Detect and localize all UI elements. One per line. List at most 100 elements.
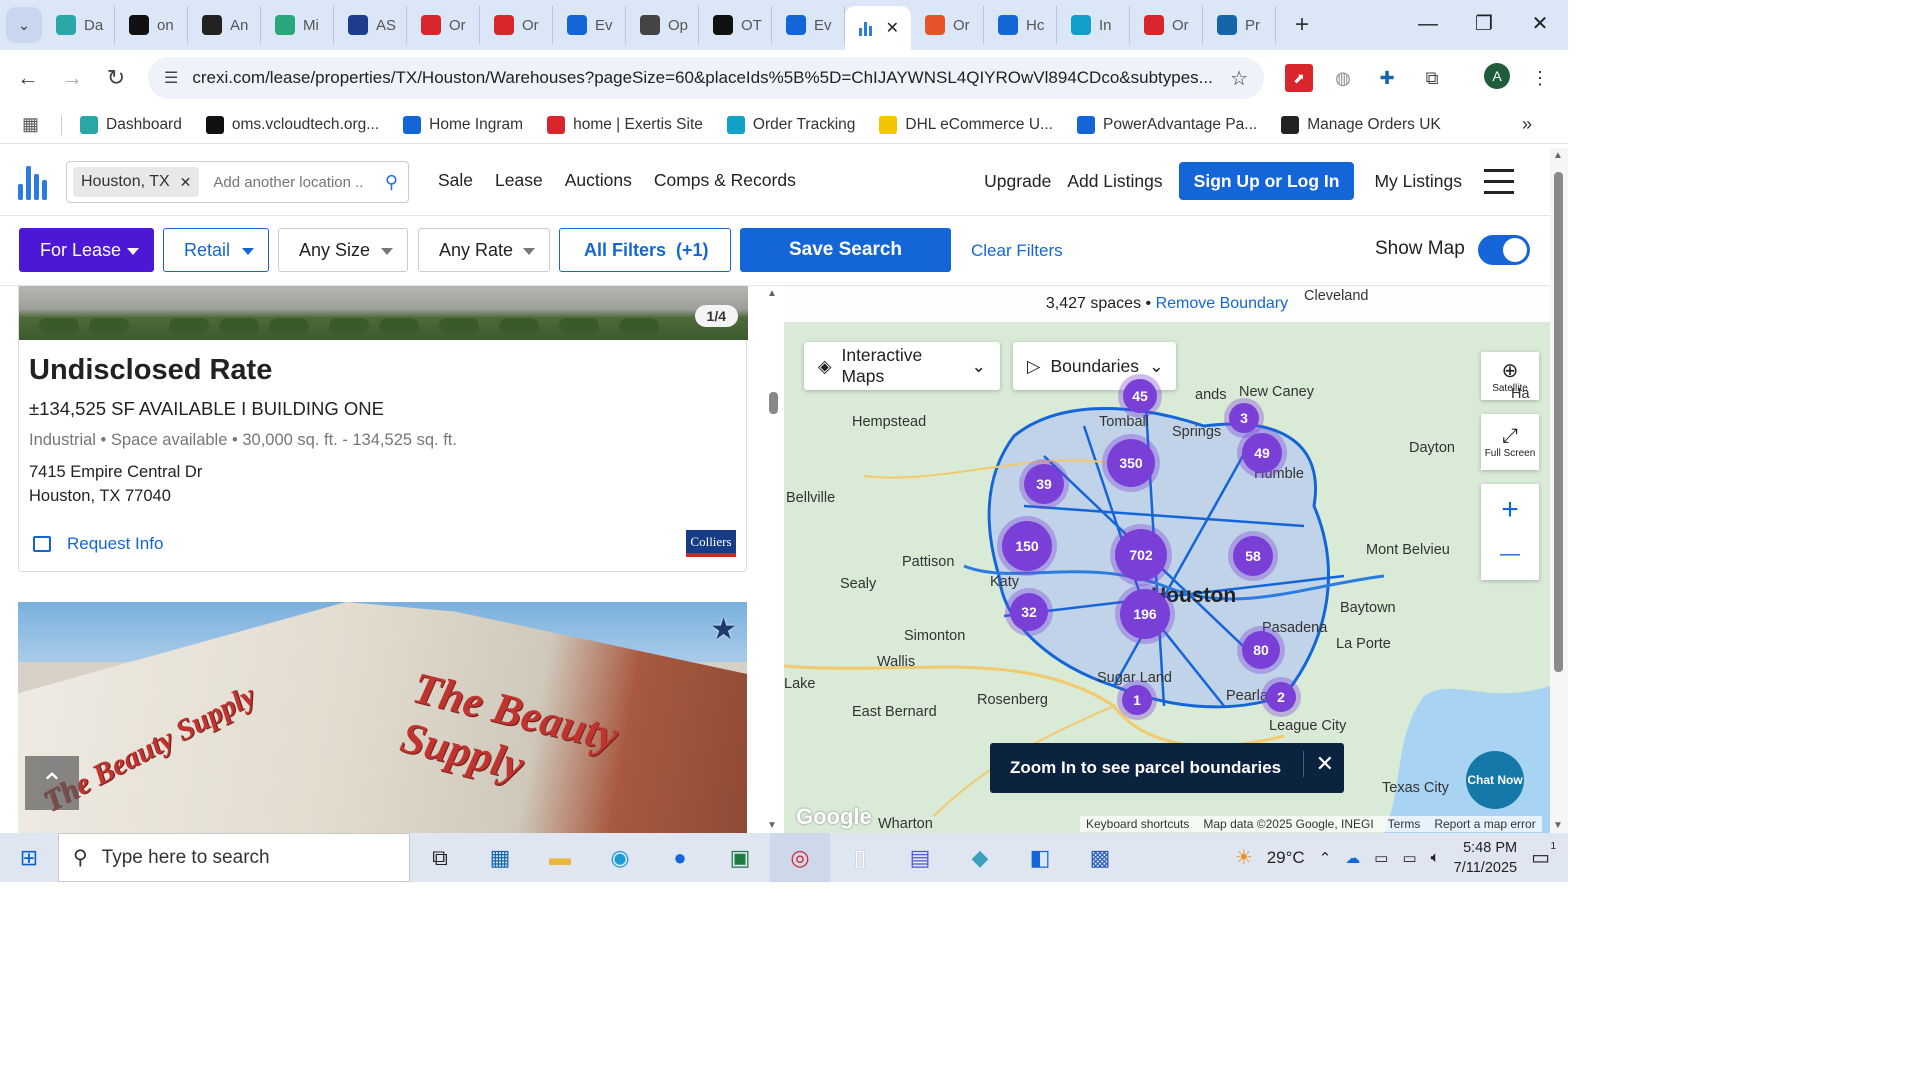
zoho-icon[interactable]: ● <box>650 833 710 882</box>
file-explorer-icon[interactable]: ▬ <box>530 833 590 882</box>
chrome-icon[interactable]: ◎ <box>770 833 830 882</box>
browser-tab[interactable]: Ev <box>553 6 626 44</box>
scroll-down-icon[interactable]: ▼ <box>1553 820 1563 831</box>
hamburger-menu-icon[interactable] <box>1484 168 1514 194</box>
listing-card[interactable]: The Beauty Supply The Beauty Supply ★ <box>18 602 747 833</box>
full-screen-button[interactable]: ⤢ Full Screen <box>1481 414 1539 470</box>
volume-icon[interactable]: 🔈︎ <box>1431 849 1440 866</box>
map-cluster-marker[interactable]: 39 <box>1024 464 1064 504</box>
size-dropdown[interactable]: Any Size <box>278 228 408 272</box>
tray-overflow-icon[interactable]: ⌃ <box>1319 849 1332 867</box>
calculator-icon[interactable]: ▦ <box>470 833 530 882</box>
scroll-up-icon[interactable]: ▲ <box>1553 150 1563 161</box>
browser-tab[interactable]: Or <box>480 6 553 44</box>
browser-tab[interactable]: Op <box>626 6 699 44</box>
browser-menu-icon[interactable]: ⋮ <box>1526 64 1554 92</box>
close-window-icon[interactable]: ✕ <box>1512 0 1568 50</box>
back-icon[interactable]: ← <box>6 65 50 91</box>
browser-tab[interactable]: In <box>1057 6 1130 44</box>
remove-boundary-link[interactable]: Remove Boundary <box>1156 295 1289 312</box>
extensions-puzzle-icon[interactable]: ⧉ <box>1418 64 1446 92</box>
save-search-button[interactable]: Save Search <box>740 228 951 272</box>
my-listings-link[interactable]: My Listings <box>1374 171 1462 192</box>
map-cluster-marker[interactable]: 80 <box>1242 631 1280 669</box>
page-scrollbar[interactable]: ▲ ▼ <box>1550 148 1568 833</box>
notepad-icon[interactable]: ▯ <box>830 833 890 882</box>
bookmark-item[interactable]: Dashboard <box>80 115 182 134</box>
windows-start-icon[interactable]: ⊞ <box>0 845 58 871</box>
listing-card[interactable]: 1/4 Undisclosed Rate ±134,525 SF AVAILAB… <box>18 286 748 572</box>
scroll-thumb[interactable] <box>1554 172 1563 672</box>
bookmark-item[interactable]: Manage Orders UK <box>1281 115 1441 134</box>
task-view-icon[interactable]: ⧉ <box>410 833 470 882</box>
crexi-logo[interactable] <box>18 164 50 200</box>
zoom-out-button[interactable]: — <box>1500 532 1520 576</box>
map-cluster-marker[interactable]: 2 <box>1266 682 1296 712</box>
listing-title[interactable]: Undisclosed Rate <box>29 354 272 387</box>
listing-scrollbar[interactable]: ▲ ▼ <box>766 286 782 833</box>
chat-now-button[interactable]: Chat Now <box>1466 751 1524 809</box>
favorite-star-icon[interactable]: ★ <box>710 612 737 647</box>
map-panel[interactable]: 3,427 spaces • Remove Boundary ◈ Interact… <box>784 286 1550 833</box>
bookmark-item[interactable]: PowerAdvantage Pa... <box>1076 115 1257 134</box>
browser-tab[interactable]: AS <box>334 6 407 44</box>
browser-tab[interactable]: Mi <box>261 6 334 44</box>
weather-temp[interactable]: 29°C <box>1267 848 1305 868</box>
search-icon[interactable]: ⚲ <box>385 172 398 193</box>
taskbar-search[interactable]: ⚲ Type here to search <box>58 833 410 882</box>
interactive-maps-dropdown[interactable]: ◈ Interactive Maps ⌄ <box>804 342 1000 390</box>
map-cluster-marker[interactable]: 58 <box>1233 536 1273 576</box>
url-bar[interactable]: ☰ crexi.com/lease/properties/TX/Houston/… <box>148 57 1264 99</box>
listing-photo[interactable]: 1/4 <box>19 286 748 340</box>
upgrade-link[interactable]: Upgrade <box>984 171 1051 192</box>
chip-remove-icon[interactable]: ✕ <box>180 174 192 191</box>
forward-icon[interactable]: → <box>50 65 94 91</box>
more-bookmarks-icon[interactable]: » <box>1522 114 1532 135</box>
retail-dropdown[interactable]: Retail <box>163 228 269 272</box>
nav-sale[interactable]: Sale <box>438 170 473 191</box>
location-input[interactable] <box>213 173 364 191</box>
minimize-icon[interactable]: — <box>1400 0 1456 50</box>
map-cluster-marker[interactable]: 1 <box>1122 685 1152 715</box>
scroll-up-icon[interactable]: ▲ <box>767 288 777 299</box>
back-to-top-button[interactable]: ⌃ <box>25 756 79 810</box>
new-tab-button[interactable]: + <box>1284 11 1320 39</box>
pdf-extension-icon[interactable]: ⬈ <box>1285 64 1313 92</box>
tab-close-icon[interactable]: ✕ <box>886 18 899 38</box>
clear-filters-link[interactable]: Clear Filters <box>971 241 1063 261</box>
clock[interactable]: 5:48 PM 7/11/2025 <box>1454 838 1517 878</box>
browser-tab[interactable]: Or <box>911 6 984 44</box>
all-filters-button[interactable]: All Filters (+1) <box>559 228 731 272</box>
location-search-box[interactable]: Houston, TX ✕ ⚲ <box>66 161 409 203</box>
map-cluster-marker[interactable]: 45 <box>1123 379 1157 413</box>
onedrive-icon[interactable]: ☁ <box>1345 849 1360 867</box>
profile-avatar[interactable]: A <box>1484 63 1510 89</box>
excel-icon[interactable]: ▣ <box>710 833 770 882</box>
teams-icon[interactable]: ▤ <box>890 833 950 882</box>
bookmark-item[interactable]: Order Tracking <box>726 115 855 134</box>
outlook-icon[interactable]: ◧ <box>1010 833 1070 882</box>
map-cluster-marker[interactable]: 196 <box>1120 589 1170 639</box>
location-chip[interactable]: Houston, TX ✕ <box>73 167 200 197</box>
weather-icon[interactable]: ☀ <box>1235 845 1253 870</box>
browser-tab[interactable]: An <box>188 6 261 44</box>
request-info-button[interactable]: Request Info <box>33 534 163 554</box>
vpn-extension-icon[interactable]: ✚ <box>1373 64 1401 92</box>
nav-lease[interactable]: Lease <box>495 170 543 191</box>
site-settings-icon[interactable]: ☰ <box>164 68 178 88</box>
bookmark-item[interactable]: Home Ingram <box>403 115 523 134</box>
map-cluster-marker[interactable]: 350 <box>1107 439 1155 487</box>
map-cluster-marker[interactable]: 3 <box>1229 403 1259 433</box>
browser-tab[interactable]: Pr <box>1203 6 1276 44</box>
for-lease-dropdown[interactable]: For Lease <box>19 228 154 272</box>
map-cluster-marker[interactable]: 702 <box>1115 529 1167 581</box>
apps-grid-icon[interactable]: ▦ <box>22 114 39 135</box>
bookmark-item[interactable]: DHL eCommerce U... <box>879 115 1053 134</box>
scroll-down-icon[interactable]: ▼ <box>767 820 777 831</box>
bookmark-item[interactable]: home | Exertis Site <box>547 115 703 134</box>
rate-dropdown[interactable]: Any Rate <box>418 228 550 272</box>
satellite-button[interactable]: ⊕ Satellite <box>1481 352 1539 400</box>
restore-icon[interactable]: ❐ <box>1456 0 1512 50</box>
app-diamond-icon[interactable]: ◆ <box>950 833 1010 882</box>
reload-icon[interactable]: ↻ <box>94 65 138 91</box>
